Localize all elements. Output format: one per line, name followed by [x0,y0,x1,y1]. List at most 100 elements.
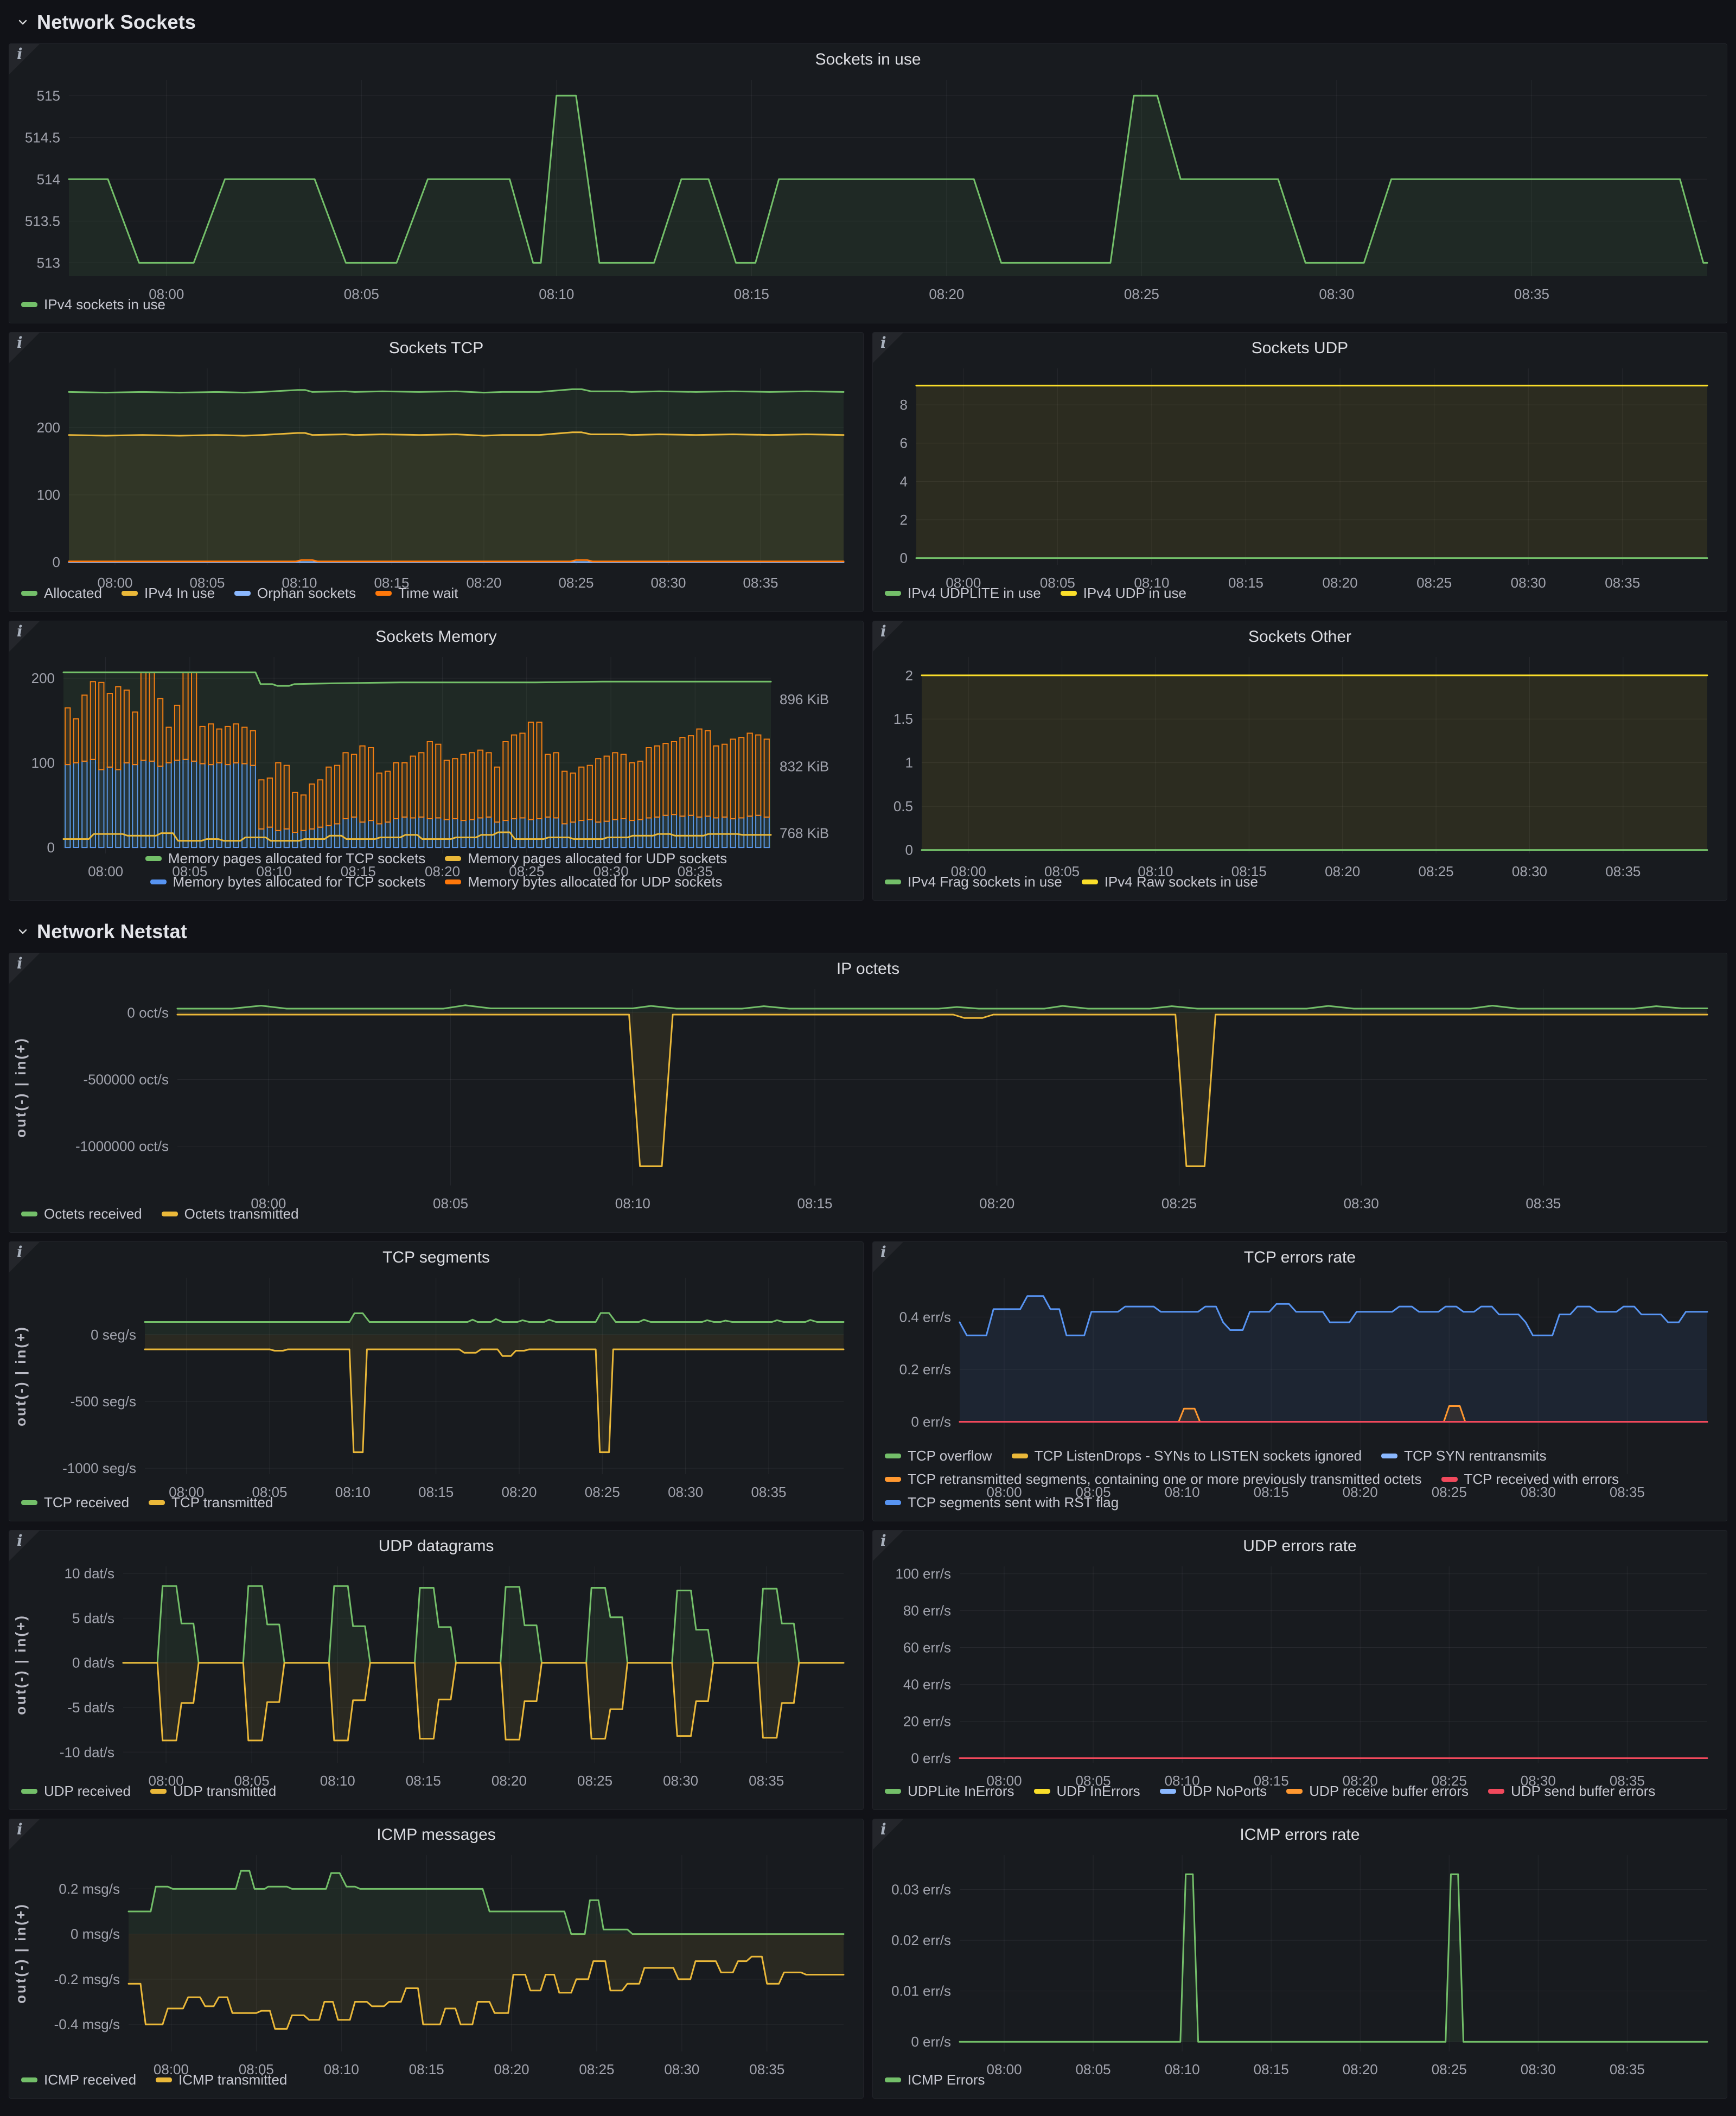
panel-title[interactable]: IP octets [9,953,1727,979]
svg-text:out(-) | in(+): out(-) | in(+) [12,1325,29,1426]
panel-title[interactable]: Sockets UDP [873,333,1727,359]
legend-label: Octets received [44,1206,142,1222]
row-header-network-sockets[interactable]: Network Sockets [9,0,1727,43]
legend-item[interactable]: ICMP transmitted [156,2072,287,2088]
svg-text:2: 2 [900,512,908,528]
legend-label: TCP transmitted [171,1494,273,1511]
legend-item[interactable]: TCP transmitted [149,1494,273,1511]
legend-item[interactable]: Time wait [375,585,458,602]
svg-text:6: 6 [900,435,908,451]
legend-item[interactable]: ICMP received [21,2072,136,2088]
legend-item[interactable]: IPv4 In use [122,585,215,602]
row-header-network-netstat[interactable]: Network Netstat [9,909,1727,953]
svg-text:0.03 err/s: 0.03 err/s [891,1882,951,1898]
chart-udp-datagrams[interactable]: 10 dat/s5 dat/s0 dat/s-5 dat/s-10 dat/s0… [9,1557,863,1781]
legend-item[interactable]: UDP receive buffer errors [1286,1783,1469,1800]
legend-item[interactable]: TCP received with errors [1441,1471,1619,1488]
legend-item[interactable]: UDP send buffer errors [1488,1783,1655,1800]
chart-sockets-memory[interactable]: 010020008:0008:0508:1008:1508:2008:2508:… [9,647,863,848]
chart-sockets-tcp[interactable]: 010020008:0008:0508:1008:1508:2008:2508:… [9,359,863,583]
legend-label: IPv4 In use [144,585,215,602]
panel-title[interactable]: TCP segments [9,1242,863,1268]
legend-item[interactable]: TCP received [21,1494,129,1511]
legend-item[interactable]: Allocated [21,585,102,602]
series-color-swatch [885,1454,901,1458]
legend-label: IPv4 sockets in use [44,296,165,313]
chart-udp-errors-rate[interactable]: 0 err/s20 err/s40 err/s60 err/s80 err/s1… [873,1557,1727,1781]
legend-item[interactable]: UDPLite InErrors [885,1783,1014,1800]
panel-icmp-messages: i ICMP messages 0.2 msg/s0 msg/s-0.2 msg… [9,1819,864,2099]
legend-label: IPv4 Raw sockets in use [1105,874,1258,890]
series-color-swatch [1061,591,1077,596]
legend-item[interactable]: IPv4 sockets in use [21,296,165,313]
legend-item[interactable]: UDP NoPorts [1160,1783,1267,1800]
svg-text:0.02 err/s: 0.02 err/s [891,1932,951,1948]
svg-text:out(-) | in(+): out(-) | in(+) [12,1903,29,2004]
chart-ip-octets[interactable]: 0 oct/s-500000 oct/s-1000000 oct/s08:000… [9,979,1727,1203]
legend-item[interactable]: Octets transmitted [162,1206,299,1222]
svg-text:0 seg/s: 0 seg/s [91,1327,136,1343]
panel-title[interactable]: Sockets TCP [9,333,863,359]
legend-label: ICMP Errors [908,2072,985,2088]
legend-label: IPv4 Frag sockets in use [908,874,1062,890]
legend-label: Time wait [398,585,458,602]
legend-item[interactable]: UDP received [21,1783,131,1800]
svg-text:-10 dat/s: -10 dat/s [60,1744,114,1760]
chart-tcp-segments[interactable]: 0 seg/s-500 seg/s-1000 seg/s08:0008:0508… [9,1268,863,1492]
svg-text:0 msg/s: 0 msg/s [71,1926,120,1942]
legend: TCP received TCP transmitted [9,1492,863,1521]
legend-item[interactable]: Memory pages allocated for TCP sockets [145,850,425,867]
panel-title[interactable]: UDP datagrams [9,1531,863,1557]
legend-item[interactable]: IPv4 UDPLITE in use [885,585,1041,602]
legend-item[interactable]: UDP InErrors [1034,1783,1140,1800]
legend-item[interactable]: Memory bytes allocated for UDP sockets [445,874,722,890]
series-color-swatch [150,1789,167,1794]
legend-item[interactable]: TCP segments sent with RST flag [885,1494,1119,1511]
chart-sockets-udp[interactable]: 0246808:0008:0508:1008:1508:2008:2508:30… [873,359,1727,583]
legend: TCP overflow TCP ListenDrops - SYNs to LI… [873,1445,1727,1521]
svg-text:0 err/s: 0 err/s [911,2034,951,2050]
legend-item[interactable]: TCP overflow [885,1448,992,1464]
legend-item[interactable]: UDP transmitted [150,1783,276,1800]
svg-text:8: 8 [900,397,908,413]
series-color-swatch [1012,1454,1028,1458]
legend-item[interactable]: ICMP Errors [885,2072,985,2088]
svg-text:0.01 err/s: 0.01 err/s [891,1983,951,1999]
legend-label: TCP ListenDrops - SYNs to LISTEN sockets… [1035,1448,1362,1464]
legend: ICMP Errors [873,2069,1727,2098]
svg-text:-0.2 msg/s: -0.2 msg/s [54,1971,120,1987]
panel-title[interactable]: UDP errors rate [873,1531,1727,1557]
legend-item[interactable]: Octets received [21,1206,142,1222]
svg-text:100 err/s: 100 err/s [895,1566,951,1582]
svg-text:80 err/s: 80 err/s [903,1603,951,1619]
panel-title[interactable]: ICMP errors rate [873,1819,1727,1845]
series-color-swatch [21,1212,37,1216]
legend-item[interactable]: IPv4 Raw sockets in use [1082,874,1258,890]
panel-title[interactable]: Sockets Memory [9,621,863,647]
series-color-swatch [21,1789,37,1794]
chart-sockets-other[interactable]: 00.511.5208:0008:0508:1008:1508:2008:250… [873,647,1727,871]
series-color-swatch [122,591,138,596]
chart-sockets-in-use[interactable]: 513513.5514514.551508:0008:0508:1008:150… [9,70,1727,294]
legend-item[interactable]: IPv4 UDP in use [1061,585,1186,602]
panel-title[interactable]: ICMP messages [9,1819,863,1845]
chart-icmp-messages[interactable]: 0.2 msg/s0 msg/s-0.2 msg/s-0.4 msg/s08:0… [9,1845,863,2069]
svg-text:0.2 msg/s: 0.2 msg/s [59,1881,120,1897]
legend-item[interactable]: TCP ListenDrops - SYNs to LISTEN sockets… [1012,1448,1362,1464]
series-color-swatch [1488,1789,1504,1794]
panel-title[interactable]: TCP errors rate [873,1242,1727,1268]
series-color-swatch [445,856,461,861]
panel-title[interactable]: Sockets Other [873,621,1727,647]
svg-text:-5 dat/s: -5 dat/s [67,1699,114,1716]
legend-item[interactable]: Orphan sockets [234,585,356,602]
legend-item[interactable]: Memory bytes allocated for TCP sockets [150,874,426,890]
svg-text:0: 0 [900,550,908,566]
legend-item[interactable]: TCP SYN rentransmits [1381,1448,1546,1464]
panel-title[interactable]: Sockets in use [9,44,1727,70]
legend-item[interactable]: IPv4 Frag sockets in use [885,874,1062,890]
legend-item[interactable]: TCP retransmitted segments, containing o… [885,1471,1422,1488]
chart-icmp-errors-rate[interactable]: 0 err/s0.01 err/s0.02 err/s0.03 err/s08:… [873,1845,1727,2069]
legend-item[interactable]: Memory pages allocated for UDP sockets [445,850,727,867]
chart-tcp-errors-rate[interactable]: 0 err/s0.2 err/s0.4 err/s08:0008:0508:10… [873,1268,1727,1445]
legend: UDPLite InErrors UDP InErrors UDP NoPorts U… [873,1781,1727,1809]
